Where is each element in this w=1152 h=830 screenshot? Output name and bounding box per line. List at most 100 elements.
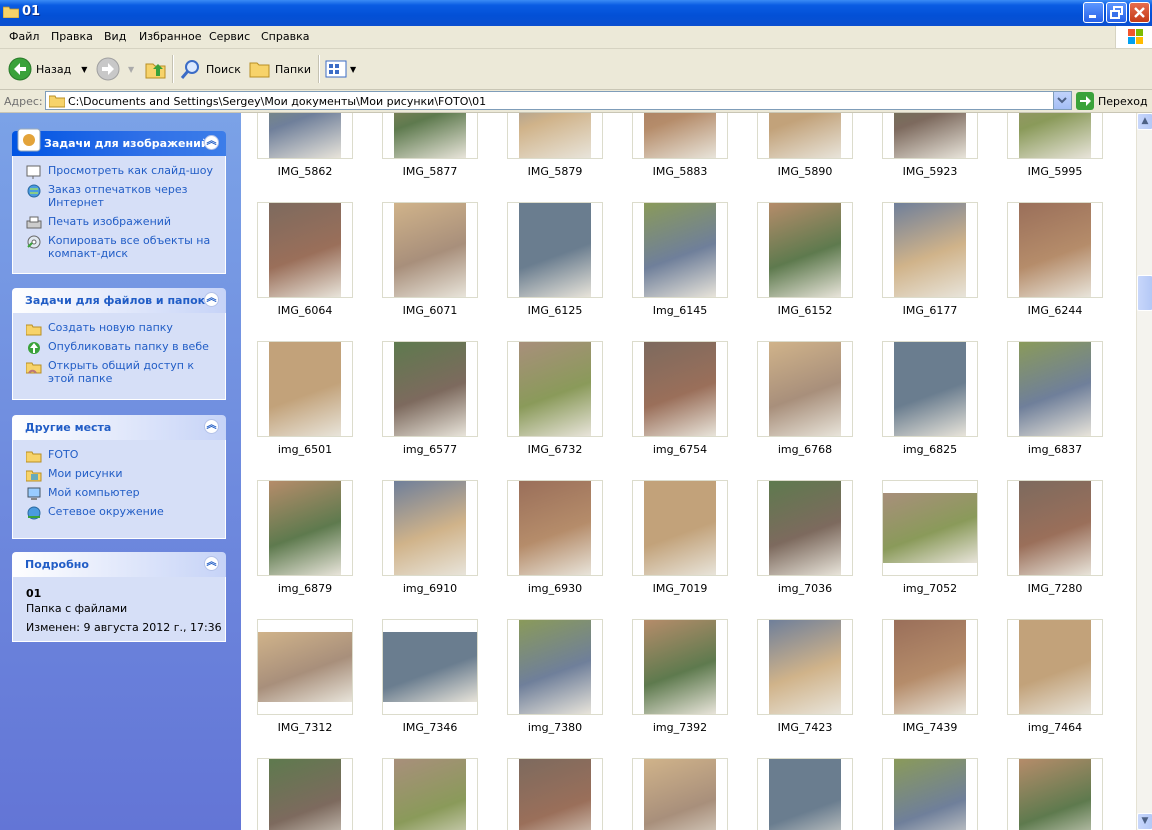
- file-name-label[interactable]: Img_6145: [620, 304, 740, 317]
- menu-file[interactable]: Файл: [9, 30, 39, 43]
- file-thumbnail[interactable]: [757, 758, 853, 830]
- file-thumbnail[interactable]: [1007, 341, 1103, 437]
- task-publish-web[interactable]: Опубликовать папку в вебе: [13, 340, 225, 354]
- file-thumbnail[interactable]: [882, 758, 978, 830]
- close-button[interactable]: [1129, 2, 1150, 23]
- file-thumbnail[interactable]: [882, 202, 978, 298]
- task-share-folder[interactable]: Открыть общий доступ к этой папке: [13, 359, 225, 385]
- file-thumbnail[interactable]: [507, 619, 603, 715]
- file-thumbnail[interactable]: [882, 113, 978, 159]
- maximize-button[interactable]: [1106, 2, 1127, 23]
- file-name-label[interactable]: img_6754: [620, 443, 740, 456]
- forward-button[interactable]: ▼: [96, 49, 134, 89]
- file-thumbnail[interactable]: [882, 341, 978, 437]
- file-name-label[interactable]: IMG_5890: [745, 165, 865, 178]
- file-thumbnail[interactable]: [382, 341, 478, 437]
- file-thumbnail[interactable]: [507, 202, 603, 298]
- place-my-computer[interactable]: Мой компьютер: [13, 486, 225, 500]
- file-thumbnail[interactable]: [1007, 619, 1103, 715]
- file-name-label[interactable]: IMG_6071: [370, 304, 490, 317]
- file-thumbnail[interactable]: [1007, 202, 1103, 298]
- file-thumbnail[interactable]: [882, 480, 978, 576]
- file-name-label[interactable]: img_6577: [370, 443, 490, 456]
- collapse-icon[interactable]: ︽: [204, 292, 219, 307]
- image-tasks-header[interactable]: Задачи для изображений ︽: [12, 128, 226, 156]
- vertical-scrollbar[interactable]: ▲ ▼: [1136, 113, 1152, 830]
- scroll-down-button[interactable]: ▼: [1137, 813, 1152, 830]
- file-thumbnail[interactable]: [632, 202, 728, 298]
- file-thumbnail[interactable]: [882, 619, 978, 715]
- back-dropdown-icon[interactable]: ▼: [81, 65, 87, 74]
- file-name-label[interactable]: IMG_5877: [370, 165, 490, 178]
- file-name-label[interactable]: IMG_5862: [245, 165, 365, 178]
- forward-dropdown-icon[interactable]: ▼: [128, 65, 134, 74]
- file-thumbnail[interactable]: [257, 341, 353, 437]
- file-name-label[interactable]: IMG_5995: [995, 165, 1115, 178]
- file-thumbnail[interactable]: [507, 341, 603, 437]
- file-name-label[interactable]: img_7052: [870, 582, 990, 595]
- place-network[interactable]: Сетевое окружение: [13, 505, 225, 520]
- file-name-label[interactable]: IMG_6125: [495, 304, 615, 317]
- file-name-label[interactable]: IMG_5879: [495, 165, 615, 178]
- file-thumbnail[interactable]: [507, 758, 603, 830]
- file-name-label[interactable]: img_7036: [745, 582, 865, 595]
- task-order-prints[interactable]: Заказ отпечатков через Интернет: [13, 183, 225, 209]
- file-thumbnail[interactable]: [257, 619, 353, 715]
- file-name-label[interactable]: img_6930: [495, 582, 615, 595]
- place-my-pictures[interactable]: Мои рисунки: [13, 467, 225, 482]
- file-thumbnail[interactable]: [632, 341, 728, 437]
- menu-help[interactable]: Справка: [261, 30, 309, 43]
- go-button[interactable]: Переход: [1076, 92, 1148, 110]
- collapse-icon[interactable]: ︽: [204, 135, 219, 150]
- search-button[interactable]: Поиск: [180, 49, 241, 89]
- file-name-label[interactable]: img_6837: [995, 443, 1115, 456]
- file-thumbnail[interactable]: [757, 341, 853, 437]
- file-name-label[interactable]: img_6879: [245, 582, 365, 595]
- file-thumbnail[interactable]: [382, 480, 478, 576]
- file-name-label[interactable]: IMG_5883: [620, 165, 740, 178]
- file-name-label[interactable]: img_7392: [620, 721, 740, 734]
- file-name-label[interactable]: IMG_5923: [870, 165, 990, 178]
- menu-favorites[interactable]: Избранное: [139, 30, 201, 43]
- file-name-label[interactable]: IMG_6177: [870, 304, 990, 317]
- file-thumbnail[interactable]: [257, 202, 353, 298]
- menu-view[interactable]: Вид: [104, 30, 126, 43]
- task-copy-to-cd[interactable]: Копировать все объекты на компакт-диск: [13, 234, 225, 260]
- file-thumbnail[interactable]: [507, 480, 603, 576]
- file-name-label[interactable]: img_6768: [745, 443, 865, 456]
- file-name-label[interactable]: img_6910: [370, 582, 490, 595]
- file-name-label[interactable]: IMG_7312: [245, 721, 365, 734]
- file-thumbnail[interactable]: [382, 202, 478, 298]
- file-thumbnail[interactable]: [757, 619, 853, 715]
- minimize-button[interactable]: [1083, 2, 1104, 23]
- file-thumbnail[interactable]: [382, 619, 478, 715]
- file-thumbnail[interactable]: [1007, 480, 1103, 576]
- address-dropdown-button[interactable]: [1053, 92, 1071, 109]
- file-thumbnail[interactable]: [257, 758, 353, 830]
- file-thumbnail[interactable]: [507, 113, 603, 159]
- file-tasks-header[interactable]: Задачи для файлов и папок ︽: [12, 288, 226, 313]
- file-thumbnail[interactable]: [632, 758, 728, 830]
- folders-button[interactable]: Папки: [249, 49, 311, 89]
- up-folder-button[interactable]: [145, 49, 167, 89]
- file-name-label[interactable]: IMG_6244: [995, 304, 1115, 317]
- menu-tools[interactable]: Сервис: [209, 30, 250, 43]
- file-thumbnail[interactable]: [1007, 113, 1103, 159]
- views-button[interactable]: ▼: [325, 49, 356, 89]
- file-thumbnail[interactable]: [632, 113, 728, 159]
- file-name-label[interactable]: img_7380: [495, 721, 615, 734]
- file-thumbnail[interactable]: [382, 113, 478, 159]
- file-name-label[interactable]: img_6825: [870, 443, 990, 456]
- task-print-images[interactable]: Печать изображений: [13, 215, 225, 229]
- file-name-label[interactable]: IMG_6152: [745, 304, 865, 317]
- file-name-label[interactable]: IMG_6732: [495, 443, 615, 456]
- file-name-label[interactable]: IMG_7346: [370, 721, 490, 734]
- file-thumbnail[interactable]: [757, 113, 853, 159]
- file-thumbnail[interactable]: [757, 202, 853, 298]
- file-thumbnail[interactable]: [1007, 758, 1103, 830]
- back-button[interactable]: Назад ▼: [8, 49, 87, 89]
- task-new-folder[interactable]: Создать новую папку: [13, 321, 225, 336]
- file-name-label[interactable]: IMG_6064: [245, 304, 365, 317]
- file-thumbnail[interactable]: [257, 113, 353, 159]
- task-slideshow[interactable]: Просмотреть как слайд-шоу: [13, 164, 225, 179]
